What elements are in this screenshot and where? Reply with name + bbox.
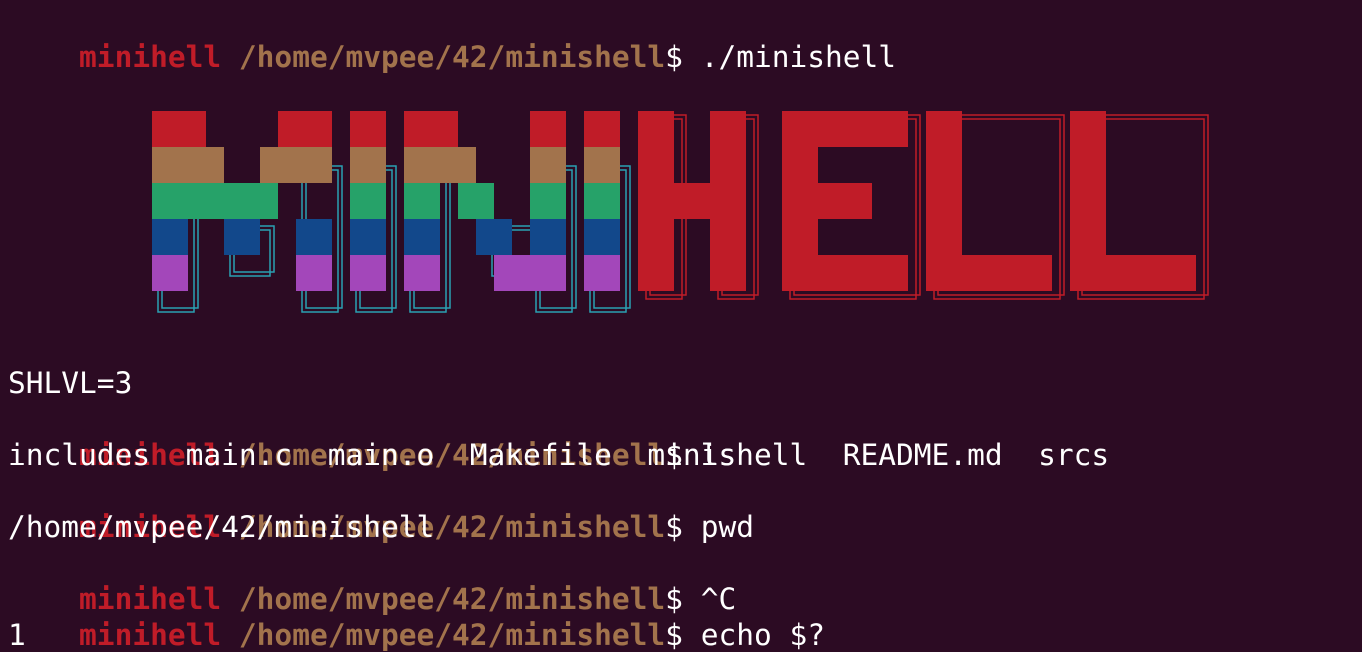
banner-letter-i xyxy=(350,147,386,183)
banner-letter-m xyxy=(152,255,188,291)
prompt-line: minihell /home/mvpee/42/minishell$ ^C xyxy=(8,545,736,616)
banner-letter-e xyxy=(818,183,872,219)
banner-letter-n xyxy=(530,219,566,255)
banner-letter-n xyxy=(530,147,566,183)
banner-letter-i xyxy=(350,219,386,255)
banner-letter-m xyxy=(260,147,332,183)
banner-letter-e xyxy=(818,111,908,147)
banner-letter-l xyxy=(962,255,1052,291)
banner-letter-m xyxy=(152,219,188,255)
banner-letter-m xyxy=(278,111,332,147)
banner-letter-h xyxy=(638,111,674,291)
banner-letter-e xyxy=(818,255,908,291)
banner-letter-h xyxy=(674,183,710,219)
prompt-user: minihell xyxy=(79,618,222,652)
banner-letter-m xyxy=(296,219,332,255)
banner-letter-i xyxy=(584,183,620,219)
prompt-line: minihell /home/mvpee/42/minishell$ pwd xyxy=(8,473,754,544)
banner-letter-n xyxy=(404,111,458,147)
banner-letter-n xyxy=(404,147,476,183)
banner-letter-e xyxy=(782,111,818,291)
banner-letter-n xyxy=(404,219,440,255)
banner-letter-m xyxy=(152,183,278,219)
output-line: SHLVL=3 xyxy=(8,366,133,400)
banner-letter-i xyxy=(584,255,620,291)
banner-letter-n xyxy=(404,255,440,291)
banner-letter-n xyxy=(530,183,566,219)
banner-letter-m xyxy=(152,111,206,147)
banner-letter-n xyxy=(530,111,566,147)
banner-letter-i xyxy=(350,255,386,291)
banner-letter-m xyxy=(296,255,332,291)
prompt-symbol: $ xyxy=(665,618,683,652)
output-line: 1 xyxy=(8,618,26,652)
banner-letter-i xyxy=(584,111,620,147)
prompt-symbol: $ xyxy=(665,510,683,544)
banner-letter-m xyxy=(152,147,224,183)
command-text: echo $? xyxy=(682,618,826,652)
terminal-window[interactable]: minihell /home/mvpee/42/minishell$ ./min… xyxy=(0,0,1362,652)
banner-letter-n xyxy=(476,219,512,255)
banner-letter-h xyxy=(710,111,746,291)
prompt-line: minihell /home/mvpee/42/minishell$ echo … xyxy=(8,581,825,652)
prompt-path: /home/mvpee/42/minishell xyxy=(238,618,666,652)
banner-letter-i xyxy=(350,111,386,147)
prompt-line: minihell /home/mvpee/42/minishell$ ls xyxy=(8,401,736,472)
banner-letter-i xyxy=(584,147,620,183)
output-line: /home/mvpee/42/minishell xyxy=(8,510,435,544)
banner-letter-l xyxy=(926,111,962,291)
banner-letter-l xyxy=(1106,255,1196,291)
output-line: includes main.c main.o Makefile minishel… xyxy=(8,438,1110,472)
banner-letter-l xyxy=(1070,111,1106,291)
banner-letter-m xyxy=(224,219,260,255)
banner-letter-i xyxy=(584,219,620,255)
banner-letter-i xyxy=(350,183,386,219)
banner-letter-n xyxy=(404,183,440,219)
banner-letter-n xyxy=(494,255,566,291)
banner-letter-n xyxy=(458,183,494,219)
command-text: pwd xyxy=(682,510,754,544)
